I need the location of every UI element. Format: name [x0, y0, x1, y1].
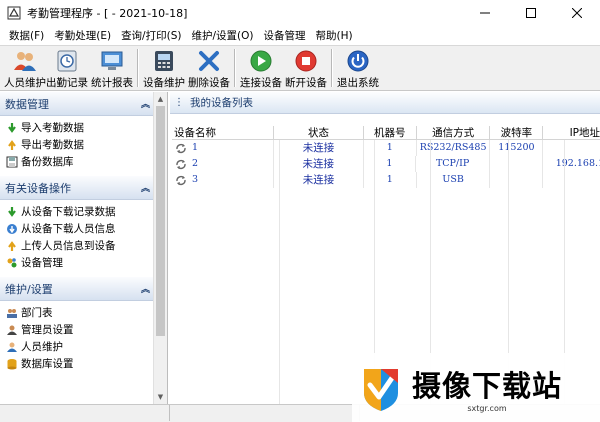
import-arrow-icon: [5, 121, 18, 134]
device-maintain-button[interactable]: 设备维护: [143, 46, 185, 90]
watermark-url: sxtgr.com: [467, 403, 507, 413]
sidebar-item-download-staff[interactable]: 从设备下载人员信息: [5, 220, 154, 237]
column-divider: [172, 140, 280, 404]
statistics-report-button[interactable]: 统计报表: [91, 46, 133, 90]
watermark-title: 摄像下载站: [412, 368, 563, 403]
person-icon: [5, 340, 18, 353]
col-comm[interactable]: 通信方式: [417, 126, 491, 140]
menu-attendance[interactable]: 考勤处理(E): [49, 28, 116, 43]
close-icon: [572, 8, 582, 18]
panel-header-maintain-settings[interactable]: 维护/设置 ︽: [0, 277, 154, 301]
menu-bar: 数据(F) 考勤处理(E) 查询/打印(S) 维护/设置(O) 设备管理 帮助(…: [0, 26, 600, 44]
panel-device-ops: 从设备下载记录数据 从设备下载人员信息 上传人员信息到设备 设备管理: [0, 200, 154, 277]
minimize-icon: [480, 12, 490, 14]
col-device-name[interactable]: 设备名称: [172, 126, 275, 140]
title-bar: 考勤管理程序 - [ - 2021-10-18]: [0, 0, 600, 26]
panel-maintain-settings: 部门表 管理员设置 人员维护 数据库设置: [0, 301, 154, 378]
device-list-header: ⋮ 我的设备列表: [170, 92, 600, 114]
col-ip[interactable]: IP地址: [543, 126, 600, 140]
sidebar-item-admin[interactable]: 管理员设置: [5, 321, 154, 338]
disconnect-device-button[interactable]: 断开设备: [285, 46, 327, 90]
device-list-title: 我的设备列表: [190, 97, 253, 109]
maximize-icon: [526, 8, 536, 18]
sidebar-item-upload-staff[interactable]: 上传人员信息到设备: [5, 237, 154, 254]
collapse-icon: ︽: [140, 285, 150, 295]
sidebar-item-download-records[interactable]: 从设备下载记录数据: [5, 203, 154, 220]
watermark: 摄像下载站 sxtgr.com: [352, 353, 600, 422]
app-icon: [7, 6, 21, 20]
sidebar-item-database[interactable]: 数据库设置: [5, 355, 154, 372]
window-title: 考勤管理程序 - [ - 2021-10-18]: [27, 7, 188, 20]
sidebar-item-device-manage[interactable]: 设备管理: [5, 254, 154, 271]
download-arrow-icon: [5, 205, 18, 218]
scroll-down-icon[interactable]: ▼: [154, 390, 167, 404]
scrollbar-thumb[interactable]: [156, 106, 165, 336]
sidebar-item-backup[interactable]: 备份数据库: [5, 153, 154, 170]
menu-data[interactable]: 数据(F): [4, 28, 49, 43]
collapse-icon: ︽: [140, 100, 150, 110]
delete-device-button[interactable]: 删除设备: [188, 46, 230, 90]
device-icon: [151, 48, 177, 74]
panel-header-data-manage[interactable]: 数据管理 ︽: [0, 92, 154, 116]
toolbar: 人员维护 出勤记录 统计报表 设备维护 删除设备 连接设备 断开设备 退出系统: [0, 45, 600, 91]
device-manage-icon: [5, 256, 18, 269]
close-button[interactable]: [554, 0, 600, 26]
clock-icon: [54, 48, 80, 74]
admin-icon: [5, 323, 18, 336]
menu-maintain-settings[interactable]: 维护/设置(O): [186, 28, 258, 43]
status-segment: [0, 405, 170, 421]
table-header: 设备名称 状态 机器号 通信方式 波特率 IP地址: [172, 126, 600, 140]
download-globe-icon: [5, 222, 18, 235]
sidebar-item-staff[interactable]: 人员维护: [5, 338, 154, 355]
stop-icon: [293, 48, 319, 74]
scroll-up-icon[interactable]: ▲: [154, 92, 167, 106]
status-segment: [170, 405, 360, 421]
attendance-record-button[interactable]: 出勤记录: [46, 46, 88, 90]
export-arrow-icon: [5, 138, 18, 151]
sidebar-scrollbar[interactable]: ▲ ▼: [153, 92, 167, 404]
sidebar-item-export[interactable]: 导出考勤数据: [5, 136, 154, 153]
report-icon: [99, 48, 125, 74]
grip-icon: ⋮: [174, 97, 184, 108]
col-baud[interactable]: 波特率: [490, 126, 544, 140]
panel-data-manage: 导入考勤数据 导出考勤数据 备份数据库: [0, 116, 154, 176]
play-icon: [248, 48, 274, 74]
exit-system-button[interactable]: 退出系统: [337, 46, 379, 90]
menu-device-manage[interactable]: 设备管理: [258, 28, 310, 43]
sidebar: 数据管理 ︽ 导入考勤数据 导出考勤数据 备份数据库 有关设备操作 ︽ 从设备下…: [0, 92, 168, 404]
minimize-button[interactable]: [462, 0, 508, 26]
maximize-button[interactable]: [508, 0, 554, 26]
connect-device-button[interactable]: 连接设备: [240, 46, 282, 90]
toolbar-separator: [137, 49, 139, 87]
sidebar-item-import[interactable]: 导入考勤数据: [5, 119, 154, 136]
delete-x-icon: [196, 48, 222, 74]
upload-arrow-icon: [5, 239, 18, 252]
col-machine-no[interactable]: 机器号: [364, 126, 417, 140]
panel-header-device-ops[interactable]: 有关设备操作 ︽: [0, 176, 154, 200]
toolbar-separator: [331, 49, 333, 87]
users-icon: [12, 48, 38, 74]
menu-help[interactable]: 帮助(H): [310, 28, 357, 43]
department-icon: [5, 306, 18, 319]
staff-maintain-button[interactable]: 人员维护: [4, 46, 46, 90]
backup-icon: [5, 155, 18, 168]
collapse-icon: ︽: [140, 184, 150, 194]
power-icon: [345, 48, 371, 74]
col-status[interactable]: 状态: [274, 126, 364, 140]
watermark-logo-icon: [364, 368, 398, 411]
sidebar-item-department[interactable]: 部门表: [5, 304, 154, 321]
toolbar-separator: [234, 49, 236, 87]
database-icon: [5, 357, 18, 370]
menu-query-print[interactable]: 查询/打印(S): [116, 28, 186, 43]
